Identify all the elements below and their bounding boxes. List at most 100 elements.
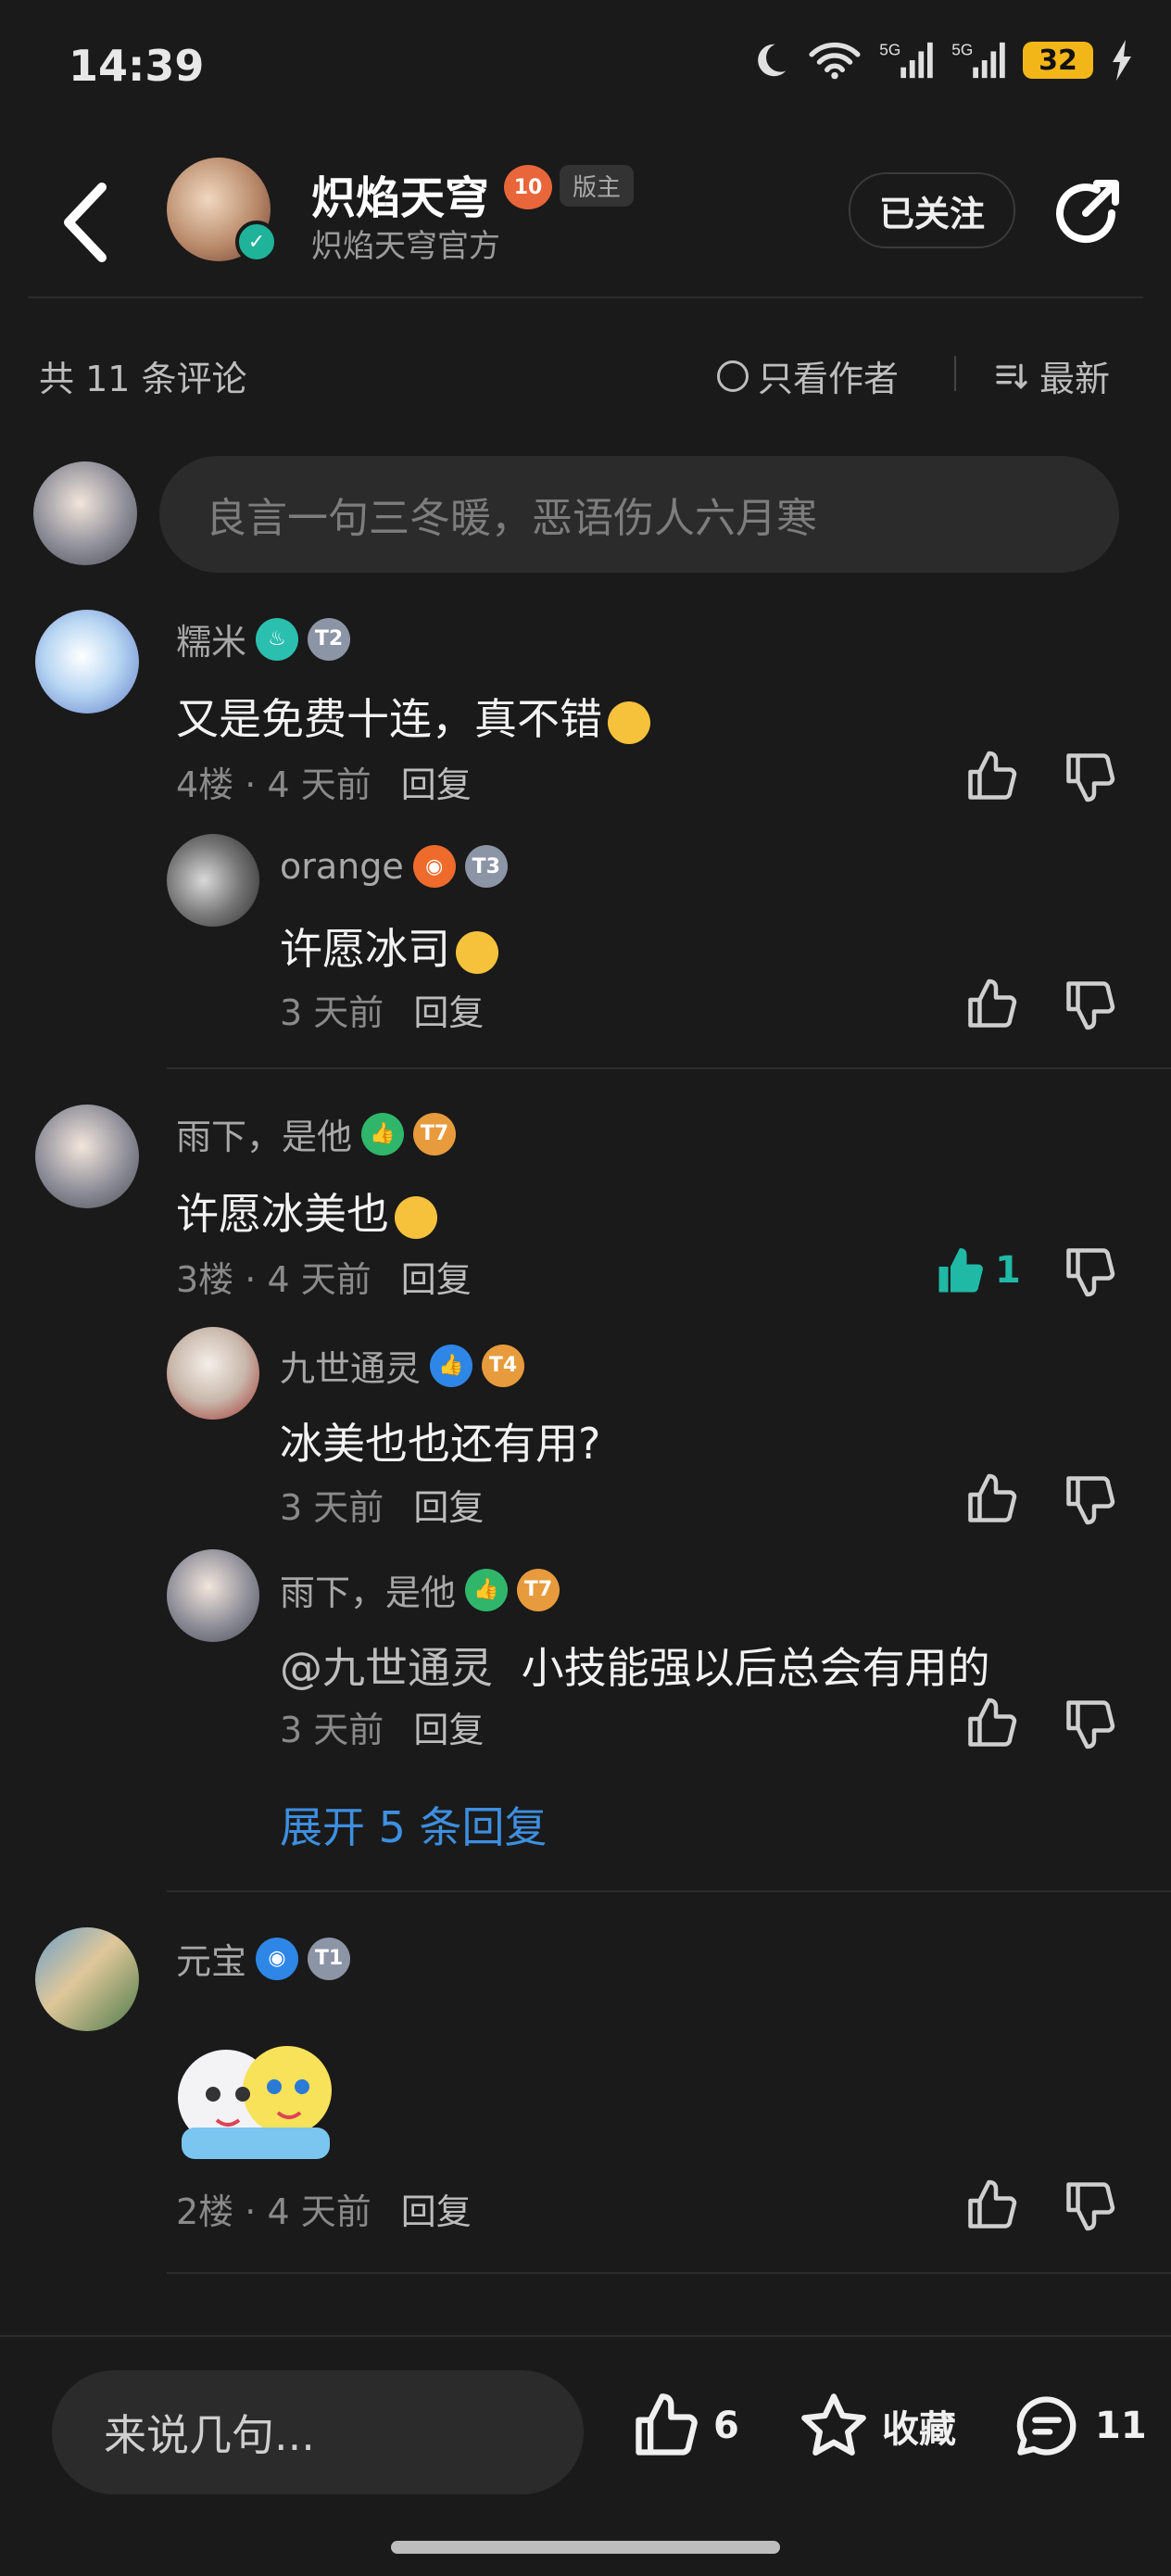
dislike-icon[interactable]: [1062, 1696, 1117, 1751]
replier-name-row: 九世通灵 👍 T4: [280, 1340, 525, 1391]
reply-button[interactable]: 回复: [413, 1710, 484, 1750]
reply-text: @九世通灵 小技能强以后总会有用的: [280, 1635, 990, 1696]
replier-name[interactable]: 九世通灵: [280, 1340, 421, 1391]
comment-bubble-icon: [1016, 2396, 1077, 2456]
commenter-avatar[interactable]: [35, 1105, 139, 1208]
svg-text:5G: 5G: [879, 40, 900, 58]
home-indicator[interactable]: [391, 2541, 780, 2554]
comment-floor: 2楼: [176, 2191, 234, 2232]
expand-replies-link[interactable]: 展开 5 条回复: [280, 1794, 548, 1855]
sort-button[interactable]: 最新: [993, 350, 1110, 401]
commenter-name-row: 糯米 ♨ T2: [176, 613, 351, 664]
level-badge-icon: T7: [517, 1568, 560, 1611]
replier-name[interactable]: orange: [280, 846, 404, 887]
like-icon[interactable]: [963, 1471, 1019, 1527]
sort-label: 最新: [1039, 359, 1111, 399]
thumbs-badge-icon: 👍: [361, 1112, 405, 1155]
reply-text: 冰美也也还有用?: [280, 1419, 601, 1469]
dislike-icon[interactable]: [1062, 2178, 1117, 2233]
commenter-name[interactable]: 糯米: [176, 613, 246, 664]
commenter-name-row: 元宝 ◉ T1: [176, 1933, 351, 1984]
reply-meta: 3 天前 回复: [280, 984, 484, 1035]
only-author-label: 只看作者: [758, 359, 900, 399]
star-icon: [801, 2393, 866, 2456]
comment-text: 又是免费十连，真不错: [176, 686, 650, 747]
replier-name-row: 雨下，是他 👍 T7: [280, 1564, 560, 1615]
comment-time: 4 天前: [267, 764, 371, 805]
reply-button[interactable]: 回复: [401, 1259, 472, 1300]
comment-meta: 4楼 · 4 天前 回复: [176, 764, 472, 805]
reply-text: 许愿冰司: [280, 915, 498, 977]
signal-icon: 5G: [879, 40, 933, 79]
post-like-button[interactable]: 6: [630, 2391, 739, 2461]
level-badge-icon: T3: [464, 845, 508, 888]
commenter-avatar[interactable]: [35, 1927, 139, 2031]
like-icon[interactable]: [963, 977, 1019, 1032]
emoji-icon: [395, 1195, 437, 1239]
sort-icon: [996, 363, 1027, 389]
dislike-icon[interactable]: [1062, 1244, 1117, 1299]
comment-input[interactable]: 良言一句三冬暖，恶语伤人六月寒: [159, 456, 1119, 573]
dislike-icon[interactable]: [1062, 749, 1117, 804]
commenter-name[interactable]: 元宝: [176, 1933, 246, 1984]
reply-time: 3 天前: [280, 1487, 384, 1528]
charging-icon: [1113, 40, 1131, 81]
replier-name[interactable]: 雨下，是他: [280, 1564, 456, 1615]
dislike-icon[interactable]: [1062, 1471, 1117, 1527]
post-like-count: 6: [713, 2405, 739, 2447]
author-name[interactable]: 炽焰天穹: [311, 161, 489, 226]
post-header: ✓ 炽焰天穹 10 版主 炽焰天穹官方 已关注: [0, 148, 1171, 297]
sticker-image[interactable]: [172, 2016, 335, 2165]
comment-time: 4 天前: [267, 1259, 371, 1300]
author-subtitle: 炽焰天穹官方: [311, 228, 500, 265]
reply-button[interactable]: 回复: [401, 2191, 472, 2232]
dislike-icon[interactable]: [1062, 977, 1117, 1032]
reply-meta: 3 天前 回复: [280, 1701, 484, 1752]
comment-floor: 3楼: [176, 1259, 234, 1300]
comment-meta: 3楼 · 4 天前 回复: [176, 1259, 472, 1300]
reply-button[interactable]: 回复: [413, 1487, 484, 1528]
gamepad-badge-icon: ◉: [412, 845, 456, 888]
commenter-avatar[interactable]: [35, 610, 139, 713]
back-icon[interactable]: [57, 176, 113, 269]
only-author-toggle[interactable]: 只看作者: [717, 350, 899, 401]
share-icon[interactable]: [1049, 176, 1123, 250]
svg-text:5G: 5G: [951, 40, 973, 58]
comment-filter-bar: 共 11 条评论 只看作者 最新: [0, 343, 1171, 408]
comment-text: 许愿冰美也: [176, 1181, 437, 1242]
replier-avatar[interactable]: [167, 834, 259, 927]
like-icon[interactable]: [963, 2178, 1019, 2233]
follow-button[interactable]: 已关注: [849, 172, 1015, 248]
wifi-icon: [809, 42, 861, 80]
reply-button[interactable]: 回复: [413, 992, 484, 1033]
bottom-comment-input[interactable]: 来说几句...: [52, 2370, 584, 2494]
signal-icon-2: 5G: [951, 40, 1005, 79]
reply-button[interactable]: 回复: [401, 764, 472, 805]
radio-circle-icon: [717, 360, 749, 392]
comment-divider: [167, 1890, 1171, 1892]
replier-avatar[interactable]: [167, 1549, 259, 1642]
comment-divider: [167, 1067, 1171, 1069]
bottom-action-bar: 来说几句... 6 收藏 11: [0, 2335, 1171, 2576]
commenter-name[interactable]: 雨下，是他: [176, 1108, 352, 1159]
reply-time: 3 天前: [280, 1710, 384, 1750]
verified-icon: ✓: [235, 221, 278, 263]
liked-icon[interactable]: [932, 1244, 988, 1299]
like-icon[interactable]: [963, 749, 1019, 804]
comments-button[interactable]: 11: [1012, 2391, 1147, 2461]
status-bar: 14:39 5G 5G 32: [0, 0, 1171, 139]
moon-icon: [758, 44, 787, 77]
filter-separator: [954, 356, 956, 391]
bottom-divider: [0, 2335, 1171, 2337]
reply-meta: 3 天前 回复: [280, 1479, 484, 1530]
favorite-button[interactable]: 收藏: [799, 2391, 956, 2461]
favorite-label: 收藏: [882, 2408, 956, 2451]
reply-mention[interactable]: @九世通灵: [280, 1643, 493, 1693]
comment-input-row: 良言一句三冬暖，恶语伤人六月寒: [0, 456, 1171, 576]
replier-avatar[interactable]: [167, 1327, 259, 1420]
like-icon[interactable]: [963, 1696, 1019, 1751]
moderator-tag: 版主: [560, 165, 635, 207]
status-time: 14:39: [69, 41, 205, 91]
battery-indicator: 32: [1023, 42, 1093, 79]
thumbs-badge-icon: 👍: [430, 1344, 473, 1387]
